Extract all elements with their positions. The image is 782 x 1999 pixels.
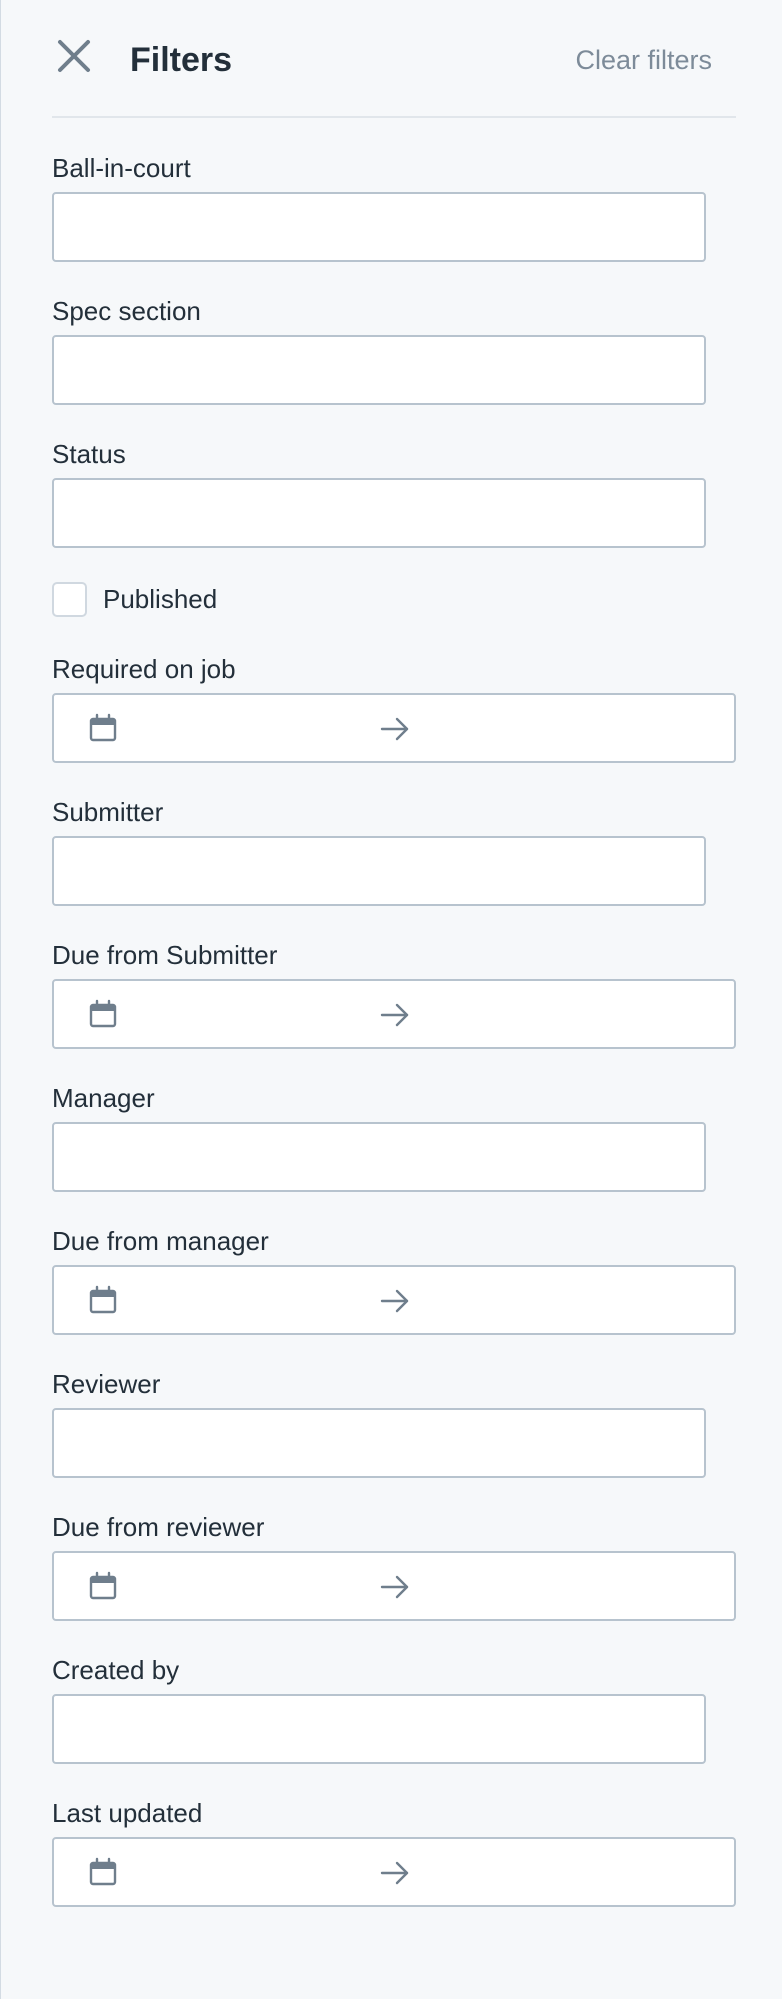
field-label: Due from Submitter [52, 940, 278, 970]
arrow-right-icon [380, 717, 409, 741]
calendar-icon [89, 1571, 117, 1600]
created-by-input[interactable] [52, 1694, 706, 1764]
field-label: Status [52, 439, 126, 469]
field-label: Last updated [52, 1798, 203, 1828]
due-from-manager-date-range[interactable] [52, 1265, 736, 1335]
field-label: Ball-in-court [52, 153, 191, 183]
field-due-from-submitter: Due from Submitter [52, 939, 736, 1049]
field-label: Reviewer [52, 1369, 161, 1399]
field-label: Created by [52, 1655, 180, 1685]
published-label: Published [103, 583, 218, 614]
field-due-from-reviewer: Due from reviewer [52, 1511, 736, 1621]
field-submitter: Submitter [52, 796, 706, 906]
field-spec-section: Spec section [52, 295, 706, 405]
last-updated-date-range[interactable] [52, 1837, 736, 1907]
field-created-by: Created by [52, 1654, 706, 1764]
status-input[interactable] [52, 478, 706, 548]
published-checkbox-row: Published [52, 581, 217, 617]
required-on-job-date-range[interactable] [52, 693, 736, 763]
submitter-input[interactable] [52, 836, 706, 906]
panel-title: Filters [130, 41, 233, 79]
calendar-icon [89, 1285, 117, 1314]
due-from-reviewer-date-range[interactable] [52, 1551, 736, 1621]
arrow-right-icon [380, 1575, 409, 1599]
published-checkbox[interactable] [52, 581, 87, 617]
field-label: Manager [52, 1083, 155, 1113]
field-reviewer: Reviewer [52, 1368, 706, 1478]
reviewer-input[interactable] [52, 1408, 706, 1478]
field-manager: Manager [52, 1082, 706, 1192]
field-status: Status [52, 438, 706, 548]
field-label: Spec section [52, 296, 201, 326]
field-label: Due from reviewer [52, 1512, 265, 1542]
field-required-on-job: Required on job [52, 653, 736, 763]
calendar-icon [89, 1857, 117, 1886]
manager-input[interactable] [52, 1122, 706, 1192]
close-button[interactable] [56, 38, 92, 74]
calendar-icon [89, 713, 117, 742]
close-icon [58, 40, 90, 72]
arrow-right-icon [380, 1289, 409, 1313]
arrow-right-icon [380, 1003, 409, 1027]
field-label: Required on job [52, 654, 236, 684]
field-due-from-manager: Due from manager [52, 1225, 736, 1335]
filters-header: Filters Clear filters [52, 30, 736, 118]
clear-filters-link[interactable]: Clear filters [575, 44, 712, 76]
field-label: Submitter [52, 797, 164, 827]
due-from-submitter-date-range[interactable] [52, 979, 736, 1049]
field-label: Due from manager [52, 1226, 269, 1256]
arrow-right-icon [380, 1861, 409, 1885]
spec-section-input[interactable] [52, 335, 706, 405]
ball-in-court-input[interactable] [52, 192, 706, 262]
field-ball-in-court: Ball-in-court [52, 152, 706, 262]
calendar-icon [89, 999, 117, 1028]
field-last-updated: Last updated [52, 1797, 736, 1907]
